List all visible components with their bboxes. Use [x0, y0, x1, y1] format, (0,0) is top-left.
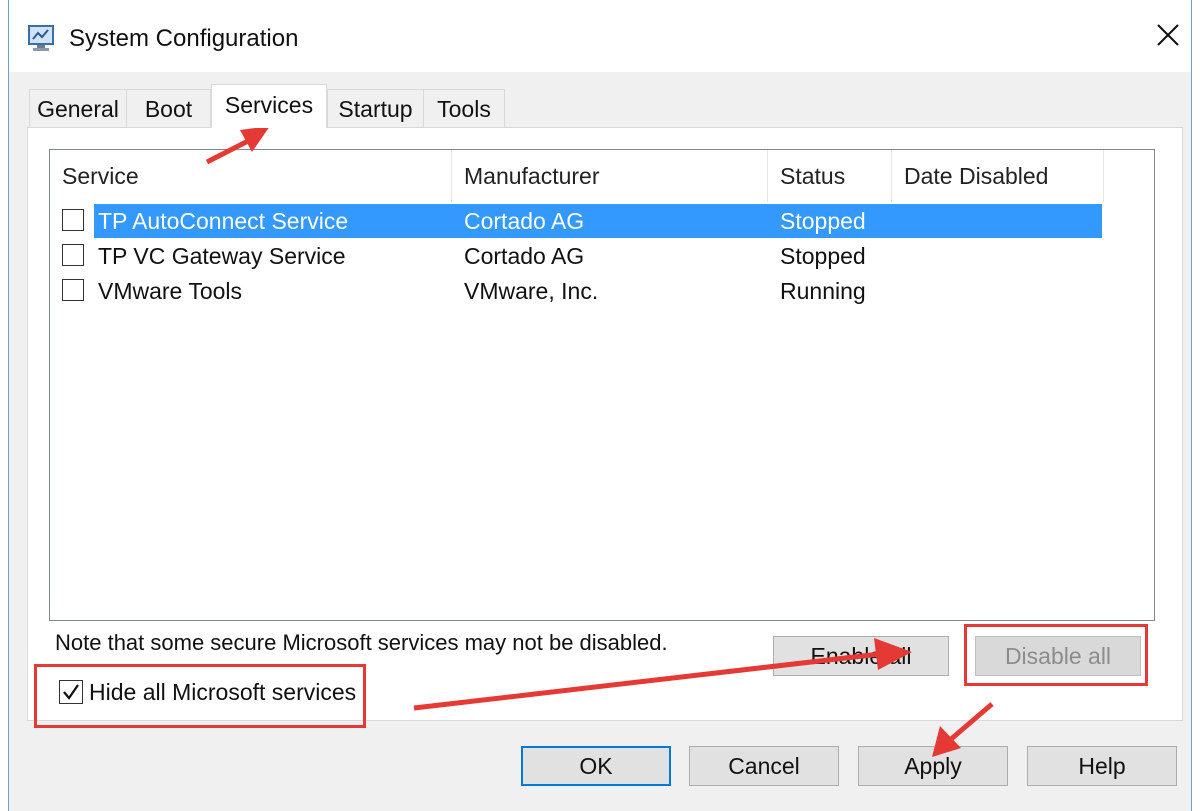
secure-services-note: Note that some secure Microsoft services…	[55, 630, 668, 655]
service-status: Stopped	[780, 208, 866, 234]
service-name: VMware Tools	[98, 278, 243, 304]
tab-general[interactable]: General	[29, 89, 127, 127]
column-header-date-disabled[interactable]: Date Disabled	[892, 150, 1104, 202]
service-status: Running	[780, 278, 866, 304]
table-row[interactable]: VMware Tools VMware, Inc. Running	[50, 274, 1104, 308]
apply-button[interactable]: Apply	[858, 746, 1008, 786]
highlight-box-disable-all	[964, 624, 1148, 686]
cancel-button[interactable]: Cancel	[689, 746, 839, 786]
service-checkbox[interactable]	[62, 209, 84, 231]
service-status: Stopped	[780, 243, 866, 269]
tab-tools[interactable]: Tools	[423, 89, 505, 127]
ok-button[interactable]: OK	[521, 746, 671, 786]
service-manufacturer: VMware, Inc.	[464, 278, 599, 304]
msconfig-icon	[28, 25, 54, 51]
service-manufacturer: Cortado AG	[464, 243, 585, 269]
service-manufacturer: Cortado AG	[464, 208, 585, 234]
table-row[interactable]: TP AutoConnect Service Cortado AG Stoppe…	[50, 204, 1104, 238]
services-list[interactable]: Service Manufacturer Status Date Disable…	[49, 149, 1155, 621]
service-name: TP AutoConnect Service	[98, 208, 349, 234]
title-bar: System Configuration	[9, 0, 1191, 72]
highlight-box-hide-microsoft	[34, 664, 366, 728]
help-button[interactable]: Help	[1027, 746, 1177, 786]
window-title: System Configuration	[69, 25, 299, 52]
tab-boot[interactable]: Boot	[126, 89, 211, 127]
column-header-status[interactable]: Status	[768, 150, 892, 202]
tab-startup[interactable]: Startup	[327, 89, 424, 127]
column-header-manufacturer[interactable]: Manufacturer	[452, 150, 768, 202]
column-header-service[interactable]: Service	[50, 150, 452, 202]
service-checkbox[interactable]	[62, 244, 84, 266]
service-checkbox[interactable]	[62, 279, 84, 301]
service-name: TP VC Gateway Service	[98, 243, 346, 269]
enable-all-button[interactable]: Enable all	[773, 636, 949, 676]
tab-services[interactable]: Services	[211, 84, 327, 128]
table-row[interactable]: TP VC Gateway Service Cortado AG Stopped	[50, 239, 1104, 273]
close-icon[interactable]	[1145, 12, 1191, 58]
